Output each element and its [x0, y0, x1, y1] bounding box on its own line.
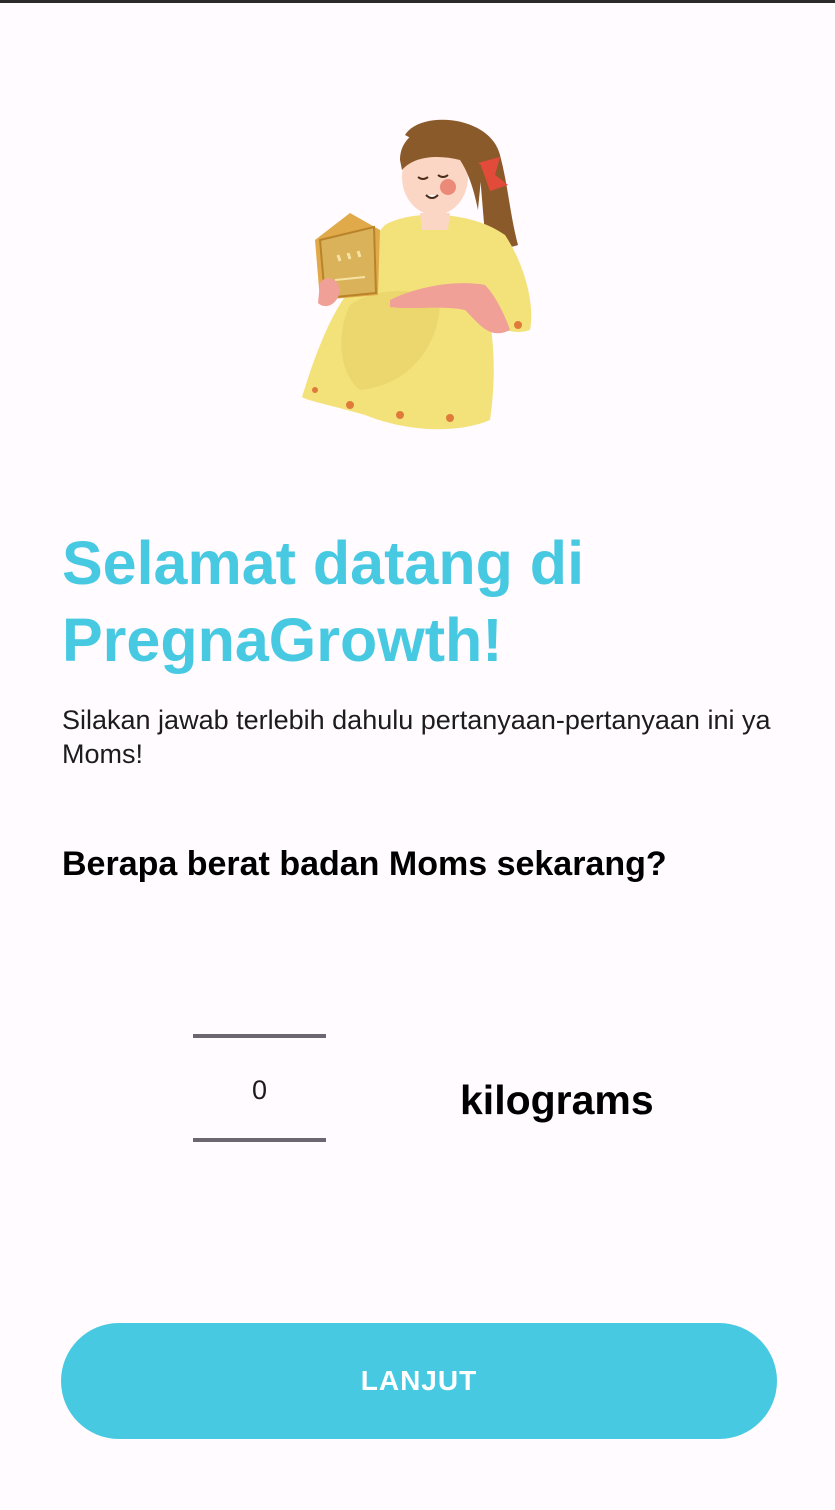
weight-unit-label: kilograms	[460, 1077, 654, 1123]
next-button-label: LANJUT	[360, 1365, 478, 1396]
picker-divider-top	[193, 1034, 326, 1038]
next-button[interactable]: LANJUT	[61, 1323, 777, 1439]
status-bar-edge	[0, 0, 835, 3]
picker-divider-bottom	[193, 1138, 326, 1142]
weight-number-picker[interactable]: 0	[193, 1034, 326, 1144]
pregnant-woman-reading-illustration	[290, 115, 550, 435]
weight-value[interactable]: 0	[193, 1074, 326, 1106]
weight-question: Berapa berat badan Moms sekarang?	[62, 845, 667, 883]
page-title: Selamat datang di PregnaGrowth!	[62, 529, 585, 674]
page-subtitle: Silakan jawab terlebih dahulu pertanyaan…	[62, 705, 771, 769]
